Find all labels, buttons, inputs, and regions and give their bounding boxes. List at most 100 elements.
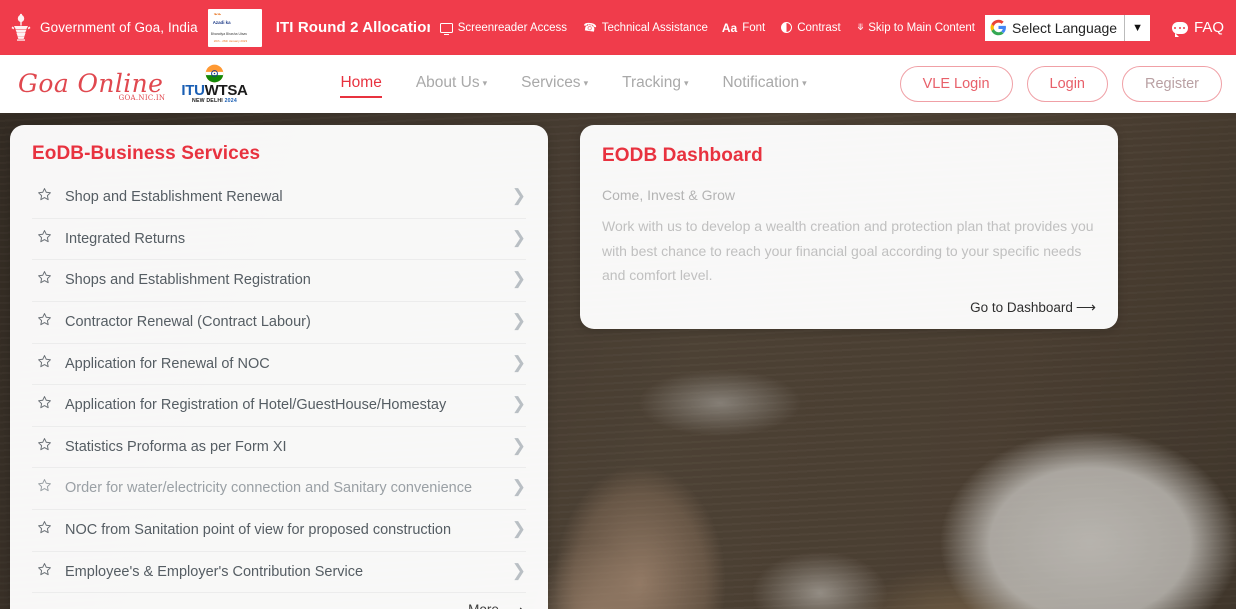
announcement-ticker: ITI Round 2 Allocation List 2024-25 » IT…	[276, 18, 430, 38]
accessibility-toolbar: Screenreader Access ☎ Technical Assistan…	[439, 21, 975, 36]
chevron-right-icon[interactable]: ❯	[512, 519, 526, 539]
nav-item-about-us[interactable]: About Us ▾	[416, 70, 487, 98]
chevron-right-icon[interactable]: ❯	[512, 311, 526, 331]
google-translate-select[interactable]: Select Language ▼	[985, 14, 1150, 41]
eodb-service-list: Shop and Establishment Renewal ❯ Integra…	[32, 177, 526, 594]
star-outline-icon[interactable]	[36, 186, 53, 203]
arrow-right-icon: ⟶	[1075, 299, 1096, 315]
government-label: Government of Goa, India	[40, 20, 198, 35]
chevron-right-icon[interactable]: ❯	[512, 269, 526, 289]
eodb-card-title: EoDB-Business Services	[32, 143, 261, 164]
font-size-button[interactable]: Aa Font	[722, 21, 765, 35]
dashboard-card-title: EODB Dashboard	[602, 145, 763, 166]
star-outline-icon[interactable]	[36, 353, 53, 370]
star-outline-icon[interactable]	[36, 519, 53, 536]
ashoka-chakra-icon	[205, 64, 224, 83]
chevron-down-icon[interactable]: ▼	[1125, 22, 1150, 34]
list-item[interactable]: Shop and Establishment Renewal ❯	[32, 177, 526, 219]
faq-label: FAQ	[1193, 19, 1224, 36]
google-g-icon	[990, 19, 1007, 36]
contrast-button[interactable]: Contrast	[781, 22, 841, 34]
itu-wtsa-logo: ITUWTSA NEW DELHI 2024	[181, 64, 248, 104]
chevron-down-icon: ▾	[482, 77, 488, 88]
screenreader-access-link[interactable]: Screenreader Access	[439, 21, 568, 36]
list-item[interactable]: Statistics Proforma as per Form XI ❯	[32, 427, 526, 469]
select-language-label: Select Language	[1012, 19, 1118, 36]
go-to-dashboard-link[interactable]: Go to Dashboard ⟶	[970, 300, 1096, 315]
dashboard-lead-text: Come, Invest & Grow	[602, 187, 736, 203]
star-outline-icon[interactable]	[36, 228, 53, 245]
list-item-label: Contractor Renewal (Contract Labour)	[65, 313, 311, 330]
itu-city: NEW DELHI	[192, 97, 223, 104]
list-item[interactable]: Order for water/electricity connection a…	[32, 468, 526, 511]
azadi-ka-amrit-mahotsav-logo: ⌁⌁ Azadi ka Bharatiya Bhasha Utsav 20th …	[207, 8, 262, 47]
monitor-icon	[439, 22, 453, 36]
ticker-item[interactable]: ITI Round 2 Allocation List 2024-25	[276, 19, 430, 36]
double-chevron-down-icon: ⤋	[856, 22, 864, 32]
list-item-label: Application for Renewal of NOC	[65, 355, 270, 372]
list-item[interactable]: Employee's & Employer's Contribution Ser…	[32, 552, 526, 594]
chat-bubble-icon	[1171, 21, 1188, 37]
technical-assistance-label: Technical Assistance	[601, 21, 708, 34]
dashboard-cta-row: Go to Dashboard ⟶	[602, 300, 1096, 315]
itu-year: 2024	[224, 97, 237, 104]
nav-item-notification[interactable]: Notification ▾	[722, 70, 806, 98]
faq-link[interactable]: FAQ	[1171, 19, 1224, 37]
eodb-dashboard-card: EODB Dashboard Come, Invest & Grow Work …	[580, 125, 1118, 329]
nav-item-home[interactable]: Home	[340, 70, 383, 98]
star-outline-icon[interactable]	[36, 269, 53, 286]
goa-online-logo[interactable]: Goa Online GOA.NIC.IN	[10, 69, 165, 102]
nav-item-home-label: Home	[340, 74, 382, 91]
goa-state-emblem-icon	[10, 13, 32, 43]
chevron-right-icon[interactable]: ❯	[512, 353, 526, 373]
vle-login-button[interactable]: VLE Login	[899, 66, 1013, 102]
azadi-tricolour-icon: ⌁⌁	[213, 11, 221, 18]
register-button[interactable]: Register	[1122, 66, 1222, 102]
star-outline-icon[interactable]	[36, 311, 53, 328]
skip-to-main-content-link[interactable]: ⤋ Skip to Main Content	[857, 22, 975, 34]
auth-buttons: VLE Login Login Register	[899, 66, 1222, 102]
itu-wtsa-subtext: NEW DELHI 2024	[192, 97, 237, 104]
list-item-label: Application for Registration of Hotel/Gu…	[65, 397, 447, 414]
nav-item-notification-label: Notification	[722, 74, 800, 91]
list-item[interactable]: Shops and Establishment Registration ❯	[32, 260, 526, 302]
list-item-label: Employee's & Employer's Contribution Ser…	[65, 563, 364, 580]
login-button[interactable]: Login	[1026, 66, 1108, 102]
star-outline-icon[interactable]	[36, 477, 53, 494]
chevron-right-icon[interactable]: ❯	[512, 228, 526, 248]
chevron-down-icon: ▾	[802, 77, 807, 88]
chevron-right-icon[interactable]: ❯	[512, 186, 526, 206]
list-item[interactable]: Application for Registration of Hotel/Gu…	[32, 385, 526, 427]
hero-section: EoDB-Business Services Shop and Establis…	[0, 113, 1236, 609]
chevron-right-icon[interactable]: ❯	[512, 436, 526, 456]
chevron-right-icon[interactable]: ❯	[512, 477, 526, 497]
star-outline-icon[interactable]	[36, 394, 53, 411]
nav-item-services[interactable]: Services ▾	[521, 70, 588, 98]
chevron-down-icon: ▾	[583, 77, 589, 88]
more-link[interactable]: More ⟶	[468, 602, 524, 609]
technical-assistance-link[interactable]: ☎ Technical Assistance	[582, 21, 708, 35]
screenreader-access-label: Screenreader Access	[457, 21, 568, 34]
font-size-icon: Aa	[721, 20, 738, 35]
chevron-right-icon[interactable]: ❯	[512, 561, 526, 581]
font-label: Font	[742, 21, 766, 34]
star-outline-icon[interactable]	[36, 561, 53, 578]
accessibility-row-top: Screenreader Access ☎ Technical Assistan…	[439, 21, 708, 36]
nav-item-tracking[interactable]: Tracking ▾	[622, 70, 688, 98]
nav-item-services-label: Services	[521, 74, 581, 91]
star-outline-icon[interactable]	[36, 436, 53, 453]
list-item[interactable]: Application for Renewal of NOC ❯	[32, 344, 526, 386]
hero-cards-row: EoDB-Business Services Shop and Establis…	[0, 125, 1236, 609]
list-item[interactable]: NOC from Sanitation point of view for pr…	[32, 510, 526, 552]
azadi-line1: Azadi ka	[212, 19, 231, 25]
more-label: More	[468, 602, 499, 609]
nav-menu: Home About Us ▾ Services ▾ Tracking ▾ No…	[248, 70, 900, 98]
go-to-dashboard-label: Go to Dashboard	[970, 299, 1073, 315]
site-branding[interactable]: Goa Online GOA.NIC.IN ITUWTSA NEW DELHI …	[10, 64, 248, 104]
list-item-label: NOC from Sanitation point of view for pr…	[65, 522, 452, 539]
list-item[interactable]: Contractor Renewal (Contract Labour) ❯	[32, 302, 526, 344]
chevron-right-icon[interactable]: ❯	[512, 394, 526, 414]
dashboard-body-text: Work with us to develop a wealth creatio…	[602, 218, 1094, 283]
list-item-label: Shop and Establishment Renewal	[65, 189, 283, 205]
list-item[interactable]: Integrated Returns ❯	[32, 219, 526, 261]
